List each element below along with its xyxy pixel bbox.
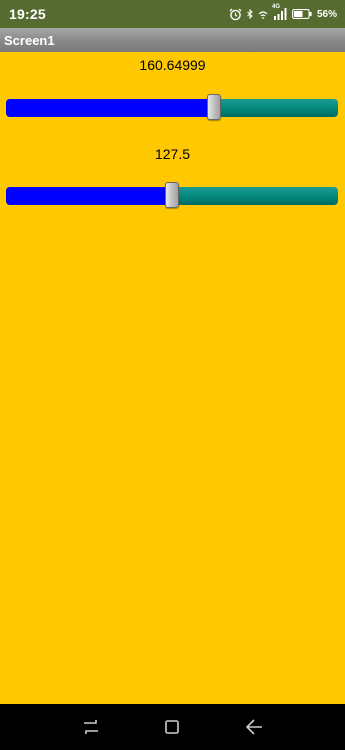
slider-thumb[interactable] (165, 182, 179, 208)
signal-icon: 4G (272, 4, 287, 20)
wifi-icon (258, 10, 268, 19)
slider-track[interactable] (6, 99, 338, 117)
slider-thumb[interactable] (206, 94, 221, 120)
slider-fill (6, 99, 214, 117)
slider-1[interactable] (6, 94, 338, 120)
slider-1-value-label: 160.64999 (139, 57, 206, 73)
screen-title: Screen1 (4, 32, 55, 48)
recent-apps-icon[interactable] (82, 719, 100, 735)
bluetooth-icon (247, 8, 253, 20)
home-icon[interactable] (164, 719, 180, 735)
network-type: 4G (271, 4, 280, 10)
status-time: 19:25 (9, 6, 46, 22)
screen-content: 160.64999 127.5 (0, 52, 345, 704)
slider-2[interactable] (6, 182, 338, 208)
status-bar: 19:25 4G 56% (0, 0, 345, 28)
slider-fill (6, 187, 172, 205)
battery-percent: 56% (316, 8, 337, 20)
battery-icon (292, 9, 312, 19)
status-icons: 4G 56% (229, 4, 337, 21)
back-icon[interactable] (245, 719, 263, 735)
alarm-icon (229, 8, 242, 21)
title-bar: Screen1 (0, 28, 345, 52)
slider-2-value-label: 127.5 (154, 146, 191, 162)
navigation-bar (0, 704, 345, 750)
